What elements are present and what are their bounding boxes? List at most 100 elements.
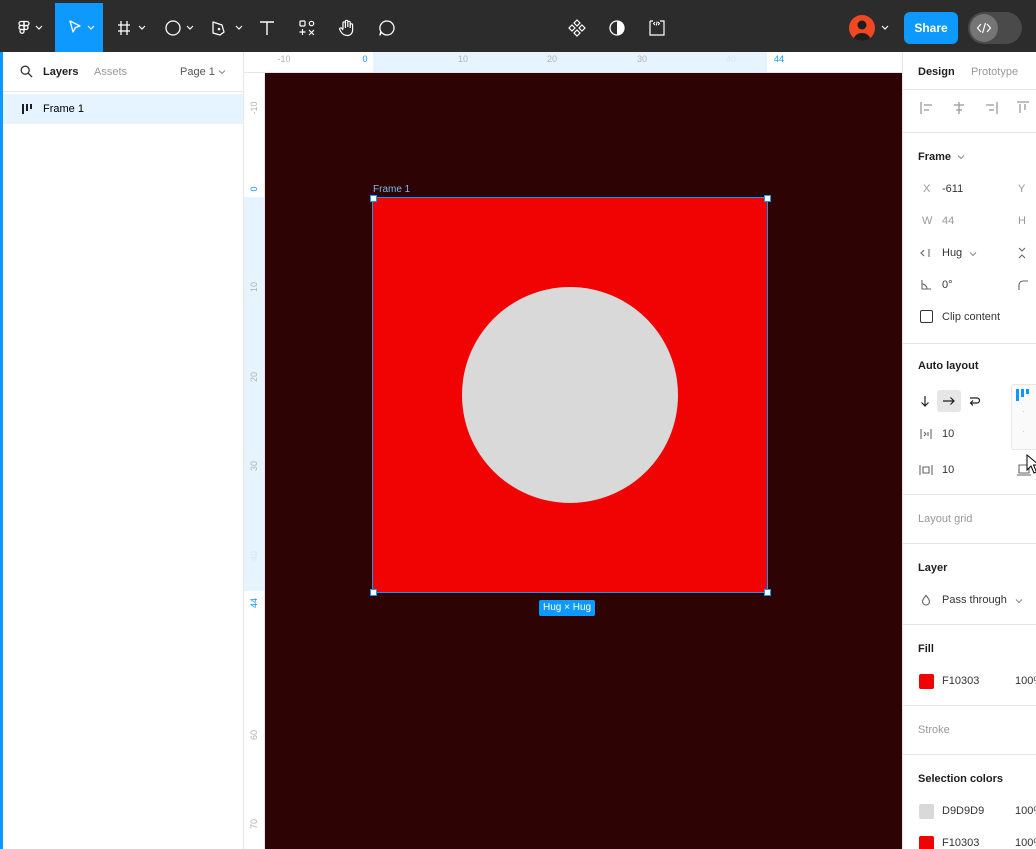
layout-grid-title[interactable]: Layout grid bbox=[918, 513, 972, 525]
selection-color-opacity[interactable]: 100% bbox=[1015, 805, 1036, 817]
ruler-horizontal: -10 0 10 20 30 40 44 bbox=[244, 52, 902, 73]
figma-app: Share Layers Assets Page 1 Frame 1 -10 0… bbox=[0, 0, 1036, 849]
hug-horizontal-icon bbox=[920, 249, 930, 257]
resize-handle-top-right[interactable] bbox=[764, 195, 771, 202]
frame-label[interactable]: Frame 1 bbox=[373, 184, 410, 195]
hug-vertical-icon[interactable] bbox=[1016, 245, 1028, 261]
x-input[interactable]: -611 bbox=[942, 183, 963, 195]
frame-1[interactable] bbox=[372, 197, 768, 593]
text-icon bbox=[260, 20, 274, 35]
tab-layers[interactable]: Layers bbox=[43, 66, 78, 78]
align-right-icon[interactable] bbox=[983, 100, 999, 116]
blend-mode-drop-icon bbox=[921, 594, 931, 606]
w-input[interactable]: 44 bbox=[942, 215, 954, 227]
ruler-tick: -10 bbox=[249, 101, 259, 115]
direction-horizontal-button[interactable] bbox=[937, 390, 961, 412]
ruler-tick: 60 bbox=[249, 730, 259, 741]
pen-tool-button[interactable] bbox=[205, 3, 247, 52]
tab-assets[interactable]: Assets bbox=[94, 66, 127, 78]
auto-layout-title: Auto layout bbox=[918, 360, 979, 372]
shape-tool-button[interactable] bbox=[158, 3, 198, 52]
ruler-tick: 44 bbox=[773, 54, 785, 64]
padding-input[interactable]: 10 bbox=[942, 464, 954, 476]
chevron-down-icon[interactable] bbox=[957, 153, 965, 161]
divider bbox=[903, 705, 1036, 706]
selection-color-hex[interactable]: F10303 bbox=[942, 837, 979, 849]
size-badge: Hug × Hug bbox=[539, 600, 596, 616]
chevron-down-icon bbox=[969, 252, 977, 257]
chevron-down-icon[interactable] bbox=[880, 24, 890, 32]
dev-crop-button[interactable] bbox=[643, 3, 671, 52]
fill-opacity-input[interactable]: 100% bbox=[1015, 675, 1036, 687]
frame-hash-icon bbox=[118, 20, 146, 35]
clip-content-checkbox[interactable] bbox=[920, 310, 933, 323]
selection-color-opacity[interactable]: 100% bbox=[1015, 837, 1036, 849]
design-panel: Design Prototype Frame X -611 Y W 44 H H… bbox=[902, 52, 1036, 849]
resize-handle-bottom-left[interactable] bbox=[370, 589, 377, 596]
align-center-horizontal-icon[interactable] bbox=[951, 100, 967, 116]
page-selector[interactable]: Page 1 bbox=[180, 66, 215, 78]
contrast-button[interactable] bbox=[603, 3, 631, 52]
rotation-input[interactable]: 0° bbox=[942, 279, 953, 291]
resize-handle-top-left[interactable] bbox=[370, 195, 377, 202]
design-canvas[interactable]: Frame 1 Hug × Hug bbox=[265, 73, 902, 849]
blend-mode-select[interactable]: Pass through bbox=[942, 594, 1007, 606]
wrap-icon[interactable] bbox=[967, 394, 981, 408]
divider bbox=[903, 624, 1036, 625]
divider bbox=[903, 132, 1036, 133]
main-menu-button[interactable] bbox=[12, 3, 48, 52]
horizontal-resizing-select[interactable]: Hug bbox=[942, 247, 962, 259]
hand-icon bbox=[339, 19, 354, 36]
component-icon bbox=[568, 18, 586, 37]
selection-color-hex[interactable]: D9D9D9 bbox=[942, 805, 984, 817]
user-icon bbox=[853, 20, 871, 41]
tab-design[interactable]: Design bbox=[918, 66, 955, 78]
mouse-cursor-icon bbox=[1026, 454, 1036, 474]
dev-mode-toggle[interactable] bbox=[968, 12, 1022, 44]
tab-prototype[interactable]: Prototype bbox=[971, 66, 1018, 78]
layers-panel-tabs: Layers Assets Page 1 bbox=[3, 52, 243, 92]
component-button[interactable] bbox=[563, 3, 591, 52]
ruler-selection-highlight bbox=[244, 197, 264, 591]
text-tool-button[interactable] bbox=[252, 3, 282, 52]
selection-color-swatch[interactable] bbox=[919, 836, 934, 849]
alignment-top-left-icon bbox=[1016, 389, 1029, 401]
divider bbox=[903, 89, 1036, 90]
move-tool-button[interactable] bbox=[55, 3, 103, 52]
alignment-grid[interactable]: · · bbox=[1011, 384, 1036, 450]
comment-tool-button[interactable] bbox=[372, 3, 402, 52]
direction-vertical-icon[interactable] bbox=[919, 394, 931, 408]
stroke-section-title[interactable]: Stroke bbox=[918, 724, 950, 736]
corner-radius-icon[interactable] bbox=[1017, 279, 1029, 291]
frame-tool-button[interactable] bbox=[110, 3, 150, 52]
ellipse-icon bbox=[165, 19, 194, 36]
gap-input[interactable]: 10 bbox=[942, 428, 954, 440]
fill-hex-input[interactable]: F10303 bbox=[942, 675, 979, 687]
resize-handle-bottom-right[interactable] bbox=[764, 589, 771, 596]
fill-color-swatch[interactable] bbox=[919, 674, 934, 689]
layer-name: Frame 1 bbox=[43, 103, 84, 115]
comment-icon bbox=[379, 19, 395, 36]
search-icon[interactable] bbox=[20, 65, 33, 78]
hand-tool-button[interactable] bbox=[332, 3, 362, 52]
ruler-selection-highlight bbox=[373, 52, 767, 72]
align-left-icon[interactable] bbox=[919, 100, 935, 116]
chevron-down-icon bbox=[218, 70, 226, 75]
resources-tool-button[interactable] bbox=[292, 3, 322, 52]
x-label: X bbox=[923, 183, 931, 195]
toolbar: Share bbox=[0, 0, 1036, 52]
layer-row-frame-1[interactable]: Frame 1 bbox=[3, 94, 243, 124]
selection-color-swatch[interactable] bbox=[919, 804, 934, 819]
frame-section-title[interactable]: Frame bbox=[918, 151, 951, 163]
divider bbox=[903, 543, 1036, 544]
ellipse-layer[interactable] bbox=[462, 287, 678, 503]
share-button[interactable]: Share bbox=[904, 12, 958, 44]
padding-icon bbox=[919, 465, 933, 475]
align-top-icon[interactable] bbox=[1015, 100, 1031, 116]
grid-dot: · bbox=[1022, 427, 1025, 436]
ruler-tick: -10 bbox=[277, 54, 291, 64]
clip-content-label: Clip content bbox=[942, 311, 1001, 323]
layer-section-title: Layer bbox=[918, 562, 948, 574]
ruler-tick: 20 bbox=[249, 372, 259, 383]
user-avatar[interactable] bbox=[849, 15, 875, 41]
